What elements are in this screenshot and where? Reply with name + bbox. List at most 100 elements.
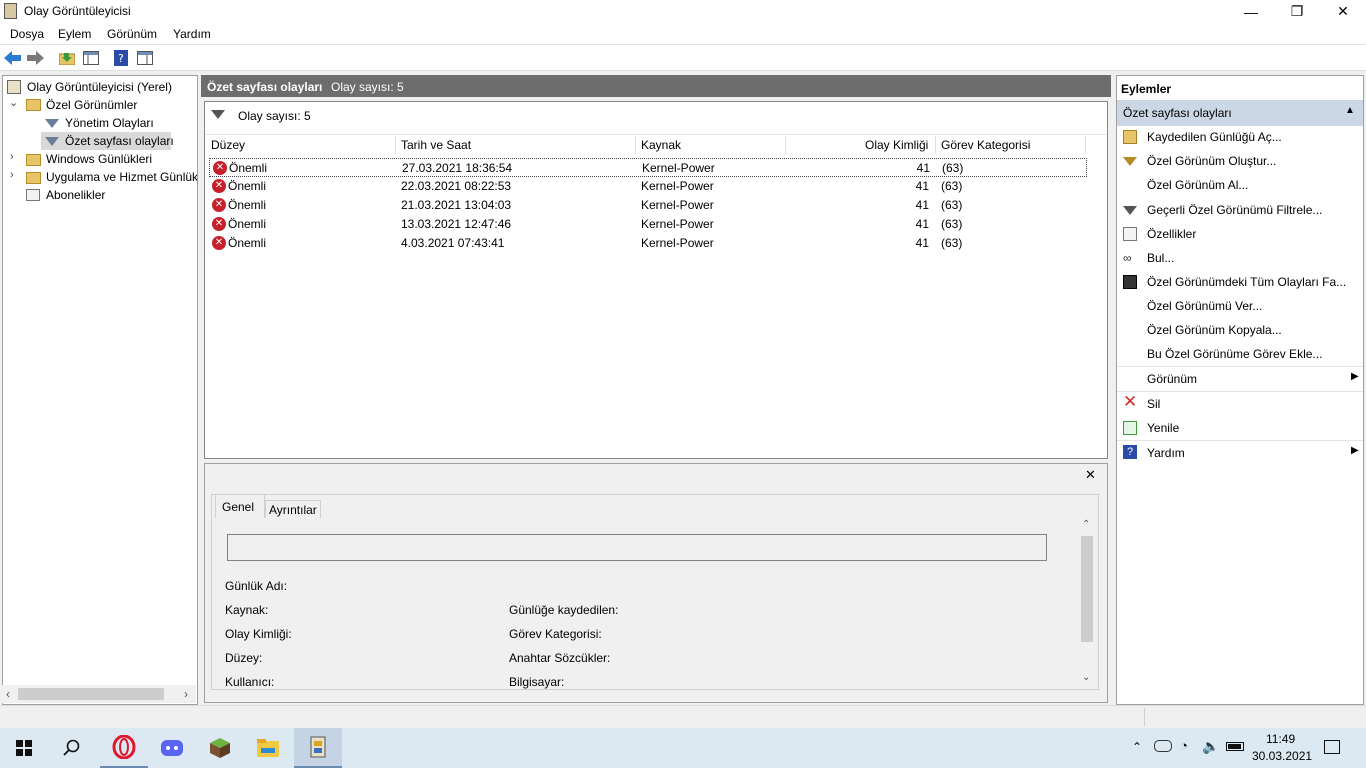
column-header-level[interactable]: Düzey <box>211 138 245 152</box>
table-row[interactable]: ✕ Önemli 4.03.2021 07:43:41 Kernel-Power… <box>209 234 1087 253</box>
actions-section-header[interactable]: Özet sayfası olayları ▲ <box>1117 100 1363 126</box>
action-properties[interactable]: Özellikler <box>1147 227 1196 241</box>
column-header-datetime[interactable]: Tarih ve Saat <box>401 138 471 152</box>
column-separator[interactable] <box>1085 136 1086 154</box>
events-grid: Olay sayısı: 5 Düzey Tarih ve Saat Kayna… <box>204 101 1108 459</box>
label-task-category: Görev Kategorisi: <box>509 627 602 641</box>
action-import-custom-view[interactable]: Özel Görünüm Al... <box>1147 178 1248 192</box>
cell-level: Önemli <box>228 179 267 193</box>
volume-icon[interactable]: 🔈 <box>1202 738 1219 755</box>
tab-details[interactable]: Ayrıntılar <box>265 500 321 518</box>
action-filter-current-view[interactable]: Geçerli Özel Görünümü Filtrele... <box>1147 203 1322 217</box>
windows-start-icon[interactable] <box>0 728 48 768</box>
help-icon[interactable]: ? <box>112 49 130 67</box>
clock-time[interactable]: 11:49 <box>1266 732 1295 746</box>
center-header-count: Olay sayısı: 5 <box>331 80 404 94</box>
up-folder-icon[interactable] <box>58 49 76 67</box>
chevron-down-icon[interactable]: ⌄ <box>9 96 18 109</box>
action-view-submenu[interactable]: Görünüm <box>1147 372 1197 386</box>
clock-date[interactable]: 30.03.2021 <box>1252 749 1312 763</box>
detail-close-button[interactable]: ✕ <box>1085 467 1096 483</box>
column-separator[interactable] <box>395 136 396 154</box>
cell-datetime: 4.03.2021 07:43:41 <box>401 236 505 250</box>
binoculars-icon: ∞ <box>1123 251 1132 265</box>
tree-item-subscriptions[interactable]: Abonelikler <box>46 188 105 202</box>
table-row[interactable]: ✕ Önemli 22.03.2021 08:22:53 Kernel-Powe… <box>209 177 1087 196</box>
event-description-box[interactable] <box>227 534 1047 561</box>
column-separator[interactable] <box>935 136 936 154</box>
scrollbar-thumb[interactable] <box>18 688 164 700</box>
cell-category: (63) <box>941 236 963 250</box>
menu-help[interactable]: Yardım <box>173 27 211 41</box>
battery-icon[interactable] <box>1226 742 1244 751</box>
action-help-submenu[interactable]: Yardım <box>1147 446 1185 460</box>
action-open-saved-log[interactable]: Kaydedilen Günlüğü Aç... <box>1147 130 1282 144</box>
error-icon: ✕ <box>212 179 226 193</box>
discord-tray-icon[interactable] <box>1154 740 1172 752</box>
tree-item-summary-events[interactable]: Özet sayfası olayları <box>65 134 174 148</box>
tree-root[interactable]: Olay Görüntüleyicisi (Yerel) <box>27 80 172 94</box>
menu-action[interactable]: Eylem <box>58 27 91 41</box>
scroll-up-icon[interactable]: ⌃ <box>1082 519 1090 530</box>
action-create-custom-view[interactable]: Özel Görünüm Oluştur... <box>1147 154 1276 168</box>
column-separator[interactable] <box>635 136 636 154</box>
action-attach-task[interactable]: Bu Özel Görünüme Görev Ekle... <box>1147 347 1322 361</box>
discord-icon[interactable] <box>148 728 196 768</box>
tree-item-app-service-logs[interactable]: Uygulama ve Hizmet Günlük <box>46 170 197 184</box>
menu-view[interactable]: Görünüm <box>107 27 157 41</box>
column-separator[interactable] <box>785 136 786 154</box>
battery-fill <box>1228 744 1241 749</box>
maximize-button[interactable]: ❐ <box>1274 0 1320 23</box>
action-export-custom-view[interactable]: Özel Görünümü Ver... <box>1147 299 1262 313</box>
forward-arrow-icon[interactable] <box>26 49 44 67</box>
scrollbar-thumb[interactable] <box>1081 536 1093 642</box>
tree-item-admin-events[interactable]: Yönetim Olayları <box>65 116 154 130</box>
filter-icon <box>45 119 59 128</box>
cell-source: Kernel-Power <box>641 236 714 250</box>
column-header-task-category[interactable]: Görev Kategorisi <box>941 138 1030 152</box>
table-row[interactable]: ✕ Önemli 27.03.2021 18:36:54 Kernel-Powe… <box>209 158 1087 177</box>
collapse-up-icon[interactable]: ▲ <box>1345 105 1355 116</box>
tab-general[interactable]: Genel <box>215 494 265 518</box>
window-title: Olay Görüntüleyicisi <box>24 4 131 18</box>
back-arrow-icon[interactable] <box>4 49 22 67</box>
show-hide-tree-icon[interactable] <box>82 49 100 67</box>
table-row[interactable]: ✕ Önemli 21.03.2021 13:04:03 Kernel-Powe… <box>209 196 1087 215</box>
action-delete[interactable]: Sil <box>1147 397 1160 411</box>
close-button[interactable]: ✕ <box>1320 0 1366 23</box>
scroll-down-icon[interactable]: ⌄ <box>1082 672 1090 683</box>
tree-item-windows-logs[interactable]: Windows Günlükleri <box>46 152 152 166</box>
chevron-right-icon[interactable]: › <box>10 151 14 163</box>
file-explorer-icon[interactable] <box>244 728 292 768</box>
tree-horizontal-scrollbar[interactable]: ‹ › <box>2 685 196 703</box>
network-icon[interactable]: ◔ <box>1180 738 1188 753</box>
detail-vertical-scrollbar[interactable]: ⌃ ⌄ <box>1079 518 1095 688</box>
scroll-left-icon[interactable]: ‹ <box>6 687 10 701</box>
event-viewer-taskbar-icon[interactable] <box>294 728 342 768</box>
folder-icon <box>26 172 41 184</box>
column-header-event-id[interactable]: Olay Kimliği <box>865 138 928 152</box>
menu-file[interactable]: Dosya <box>10 27 44 41</box>
label-computer: Bilgisayar: <box>509 675 565 689</box>
chevron-up-icon[interactable]: ⌃ <box>1132 740 1142 754</box>
filter-icon <box>1123 206 1137 215</box>
action-refresh[interactable]: Yenile <box>1147 421 1179 435</box>
action-save-all-events[interactable]: Özel Görünümdeki Tüm Olayları Fa... <box>1147 275 1346 289</box>
action-find[interactable]: Bul... <box>1147 251 1174 265</box>
table-row[interactable]: ✕ Önemli 13.03.2021 12:47:46 Kernel-Powe… <box>209 215 1087 234</box>
opera-browser-icon[interactable] <box>100 728 148 768</box>
center-header-title: Özet sayfası olayları <box>207 80 323 94</box>
delete-x-icon: ✕ <box>1123 392 1138 411</box>
tree-item-custom-views[interactable]: Özel Görünümler <box>46 98 137 112</box>
scroll-right-icon[interactable]: › <box>184 687 188 701</box>
actions-title: Eylemler <box>1121 82 1172 96</box>
chevron-right-icon[interactable]: › <box>10 169 14 181</box>
center-pane: Özet sayfası olayları Olay sayısı: 5 Ola… <box>201 75 1111 705</box>
show-hide-action-pane-icon[interactable] <box>136 49 154 67</box>
minecraft-icon[interactable] <box>196 728 244 768</box>
minimize-button[interactable]: — <box>1228 0 1274 23</box>
notification-center-icon[interactable] <box>1324 740 1340 754</box>
column-header-source[interactable]: Kaynak <box>641 138 681 152</box>
action-copy-custom-view[interactable]: Özel Görünüm Kopyala... <box>1147 323 1282 337</box>
search-icon[interactable] <box>48 728 96 768</box>
